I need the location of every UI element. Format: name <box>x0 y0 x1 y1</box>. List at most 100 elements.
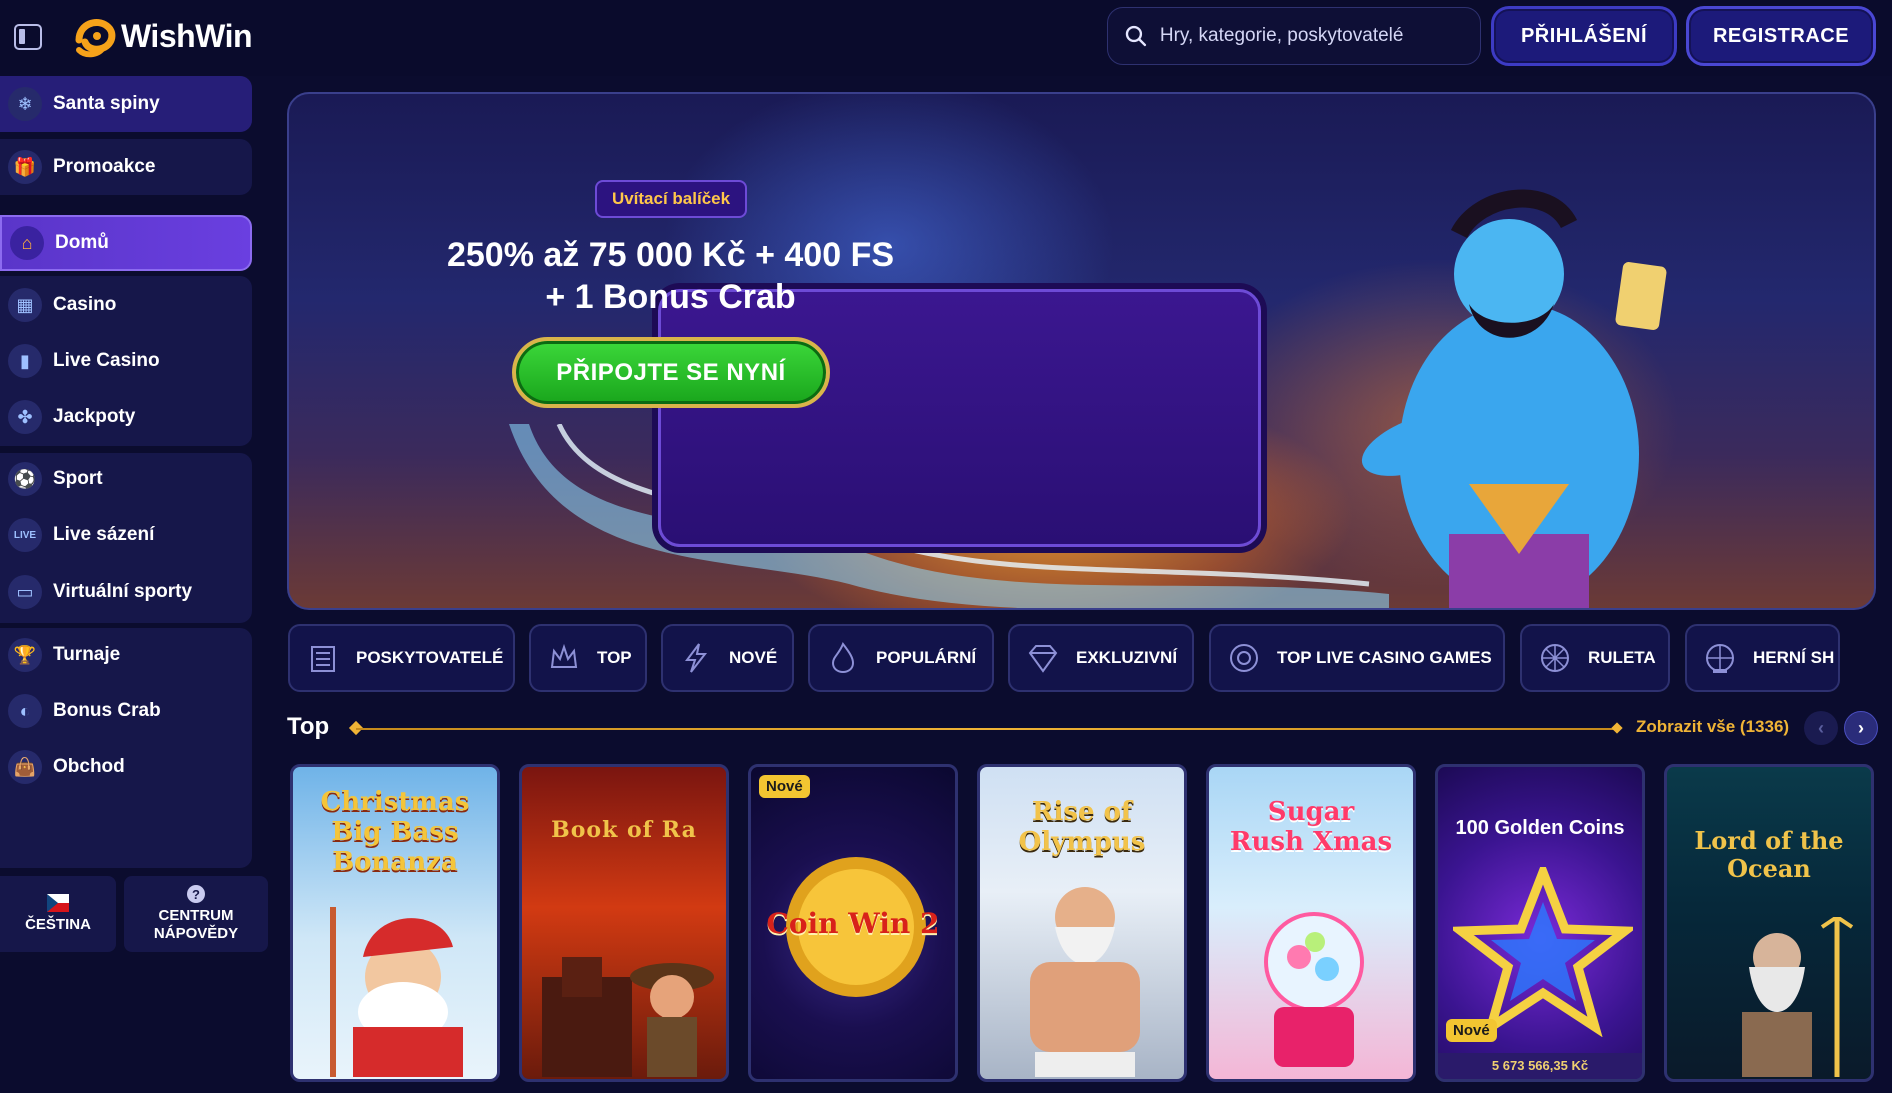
poseidon-character-image <box>1742 917 1854 1077</box>
help-label-line1: CENTRUM <box>158 907 234 924</box>
sidebar-item-live-sazeni[interactable]: LIVE Live sázení <box>0 507 252 563</box>
carousel-next-button[interactable]: › <box>1844 711 1878 745</box>
category-roulette[interactable]: RULETA <box>1520 624 1670 692</box>
carousel-prev-button[interactable]: ‹ <box>1804 711 1838 745</box>
help-center-button[interactable]: ? CENTRUM NÁPOVĚDY <box>124 876 268 952</box>
section-divider <box>356 728 1618 730</box>
section-title: Top <box>287 713 330 740</box>
category-new[interactable]: NOVÉ <box>661 624 794 692</box>
game-title: Rise of Olympus <box>1018 797 1146 857</box>
sidebar-item-label: Turnaje <box>53 644 121 665</box>
sidebar-item-label: Casino <box>53 294 117 315</box>
sidebar-item-domu[interactable]: ⌂ Domů <box>0 215 252 271</box>
ball-icon: ⚽ <box>8 462 42 496</box>
language-label: ČEŠTINA <box>25 916 91 933</box>
flame-icon <box>831 642 855 674</box>
explorer-character-image <box>542 957 714 1077</box>
sidebar-item-casino[interactable]: ▦ Casino <box>0 277 252 333</box>
category-label: EXKLUZIVNÍ <box>1076 648 1178 667</box>
category-label: HERNÍ SH <box>1753 648 1835 667</box>
search-box[interactable] <box>1107 7 1481 65</box>
santa-character-image <box>330 907 463 1077</box>
sidebar-item-label: Bonus Crab <box>53 700 161 721</box>
sidebar-item-label: Sport <box>53 468 103 489</box>
star-image <box>1453 867 1633 1037</box>
game-tile[interactable]: Nové Coin Win 2 <box>748 764 958 1082</box>
sidebar-item-turnaje[interactable]: 🏆 Turnaje <box>0 627 252 683</box>
game-tile[interactable]: Sugar Rush Xmas <box>1206 764 1416 1082</box>
sidebar-item-sport[interactable]: ⚽ Sport <box>0 451 252 507</box>
game-tile[interactable]: 100 Golden Coins Nové 5 673 566,35 Kč <box>1435 764 1645 1082</box>
category-game-shows[interactable]: HERNÍ SH <box>1685 624 1840 692</box>
join-now-button[interactable]: PŘIPOJTE SE NYNÍ <box>512 337 830 408</box>
sidebar-item-label: Jackpoty <box>53 406 136 427</box>
genie-character-image <box>1361 189 1667 608</box>
sidebar-item-label: Promoakce <box>53 156 156 177</box>
home-icon: ⌂ <box>10 226 44 260</box>
zeus-character-image <box>1030 887 1140 1077</box>
crown-icon <box>550 643 578 668</box>
diamond-icon <box>1028 645 1058 673</box>
game-title: Sugar Rush Xmas <box>1229 797 1393 857</box>
category-exclusive[interactable]: EXKLUZIVNÍ <box>1008 624 1194 692</box>
divider-ornament <box>1611 722 1623 734</box>
search-input[interactable] <box>1157 24 1480 48</box>
sidebar-item-label: Live Casino <box>53 350 160 371</box>
sidebar-item-live-casino[interactable]: ▮ Live Casino <box>0 333 252 389</box>
welcome-package-card <box>658 289 1261 547</box>
sidebar-item-virtualni-sporty[interactable]: ▭ Virtuální sporty <box>0 564 252 620</box>
game-title: Lord of the Ocean <box>1694 826 1844 883</box>
help-label-line2: NÁPOVĚDY <box>153 925 239 942</box>
game-title: Coin Win 2 <box>766 907 940 940</box>
snowflake-icon: ❄ <box>8 87 42 121</box>
shopping-bag-icon: 👜 <box>8 750 42 784</box>
crab-icon: ◐ <box>8 694 42 728</box>
bonus-subheadline: + 1 Bonus Crab <box>545 278 796 316</box>
new-badge: Nové <box>759 775 810 798</box>
login-button[interactable]: PŘIHLÁŠENÍ <box>1491 6 1677 66</box>
sidebar-item-bonus-crab[interactable]: ◐ Bonus Crab <box>0 683 252 739</box>
game-tile[interactable]: Rise of Olympus <box>977 764 1187 1082</box>
game-tile[interactable]: Christmas Big Bass Bonanza <box>290 764 500 1082</box>
category-top[interactable]: TOP <box>529 624 647 692</box>
language-selector[interactable]: ČEŠTINA <box>0 876 116 952</box>
sidebar-toggle-icon[interactable] <box>14 24 42 50</box>
game-title: Christmas Big Bass Bonanza <box>320 787 470 877</box>
sidebar-item-promoakce[interactable]: 🎁 Promoakce <box>0 139 252 195</box>
bonus-headline: 250% až 75 000 Kč + 400 FS <box>446 236 895 274</box>
game-tile[interactable]: Book of Ra <box>519 764 729 1082</box>
category-label: NOVÉ <box>729 648 778 667</box>
category-popular[interactable]: POPULÁRNÍ <box>808 624 994 692</box>
welcome-package-tag: Uvítací balíček <box>595 180 747 218</box>
clover-icon: ✤ <box>8 400 42 434</box>
providers-icon <box>311 646 335 672</box>
lightning-icon <box>685 643 708 673</box>
category-label: POPULÁRNÍ <box>876 648 977 667</box>
game-tile[interactable]: Lord of the Ocean <box>1664 764 1874 1082</box>
trophy-icon: 🏆 <box>8 638 42 672</box>
monitor-icon: ▭ <box>8 575 42 609</box>
sidebar-item-obchod[interactable]: 👜 Obchod <box>0 739 252 795</box>
category-top-live-casino[interactable]: TOP LIVE CASINO GAMES <box>1209 624 1505 692</box>
question-icon: ? <box>187 885 205 903</box>
sidebar-item-label: Live sázení <box>53 524 155 545</box>
card-icon: ▮ <box>8 344 42 378</box>
category-providers[interactable]: POSKYTOVATELÉ <box>288 624 515 692</box>
sidebar-item-santa-spiny[interactable]: ❄ Santa spiny <box>0 76 252 132</box>
category-label: POSKYTOVATELÉ <box>356 648 504 667</box>
sidebar: ❄ Santa spiny 🎁 Promoakce ⌂ Domů ▦ Casin… <box>0 76 268 1093</box>
game-title: 100 Golden Coins <box>1455 817 1625 839</box>
register-button[interactable]: REGISTRACE <box>1686 6 1876 66</box>
category-label: RULETA <box>1588 648 1656 667</box>
logo[interactable]: WishWin <box>73 14 253 58</box>
jackpot-amount: 5 673 566,35 Kč <box>1438 1053 1642 1079</box>
view-all-link[interactable]: Zobrazit vše (1336) <box>1636 717 1789 737</box>
category-label: TOP <box>597 648 632 667</box>
live-icon: LIVE <box>8 518 42 552</box>
sidebar-item-label: Obchod <box>53 756 125 777</box>
new-badge: Nové <box>1446 1019 1497 1042</box>
category-label: TOP LIVE CASINO GAMES <box>1277 648 1492 667</box>
sidebar-item-jackpoty[interactable]: ✤ Jackpoty <box>0 389 252 445</box>
candy-machine-image <box>1264 912 1364 1067</box>
top-header: WishWin PŘIHLÁŠENÍ REGISTRACE <box>0 0 1892 76</box>
